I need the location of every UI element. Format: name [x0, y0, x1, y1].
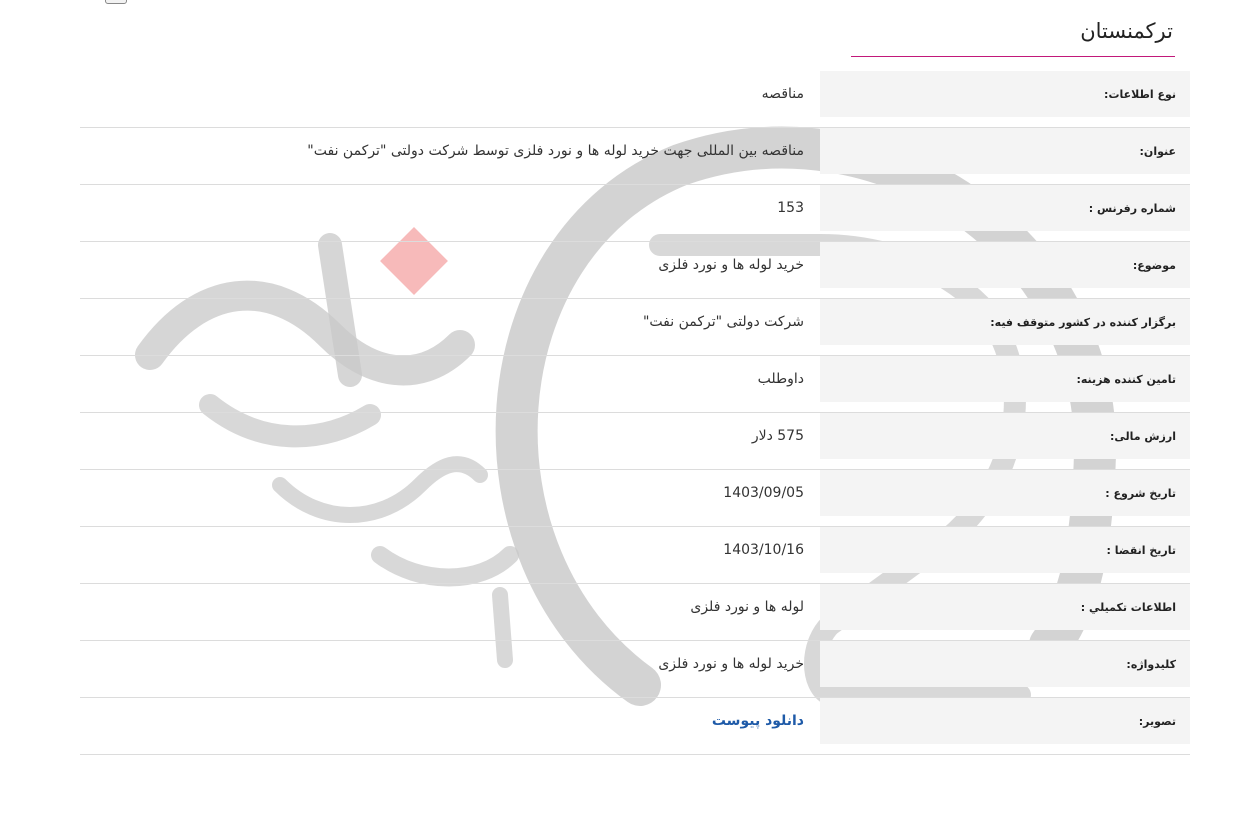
table-row: کلیدواژه: خرید لوله ها و نورد فلزی [80, 641, 1190, 698]
table-row: ارزش مالی: 575 دلار [80, 413, 1190, 470]
row-label: موضوع: [820, 242, 1190, 288]
table-row: عنوان: مناقصه بین المللی جهت خرید لوله ه… [80, 128, 1190, 185]
row-value: شرکت دولتی "ترکمن نفت" [642, 314, 804, 330]
row-value: 575 دلار [751, 428, 804, 444]
table-row: اطلاعات تکمیلي : لوله ها و نورد فلزی [80, 584, 1190, 641]
table-row: تاریخ شروع : 1403/09/05 [80, 470, 1190, 527]
row-value: 1403/09/05 [723, 485, 804, 501]
table-row: موضوع: خرید لوله ها و نورد فلزی [80, 242, 1190, 299]
row-value: لوله ها و نورد فلزی [690, 599, 804, 615]
title-underline [851, 56, 1175, 57]
page-title: ترکمنستان [1080, 19, 1173, 43]
info-table: نوع اطلاعات: مناقصه عنوان: مناقصه بین ال… [80, 71, 1190, 755]
table-row: برگزار کننده در کشور متوقف فیه: شرکت دول… [80, 299, 1190, 356]
row-label: تصویر: [820, 698, 1190, 744]
row-label: تاریخ شروع : [820, 470, 1190, 516]
row-label: نوع اطلاعات: [820, 71, 1190, 117]
row-value: خرید لوله ها و نورد فلزی [658, 257, 804, 273]
row-label: کلیدواژه: [820, 641, 1190, 687]
row-value: 1403/10/16 [723, 542, 804, 558]
row-value: دانلود پیوست [80, 698, 820, 744]
printer-icon[interactable] [105, 0, 127, 4]
row-label: ارزش مالی: [820, 413, 1190, 459]
row-value: 153 [777, 200, 804, 216]
table-row: تاریخ انقضا : 1403/10/16 [80, 527, 1190, 584]
page: ترکمنستان نوع اطلاعات: مناقصه عنوان: منا… [0, 0, 1236, 832]
row-value: مناقصه [761, 86, 804, 102]
title-section: ترکمنستان [851, 14, 1175, 57]
table-row: نوع اطلاعات: مناقصه [80, 71, 1190, 128]
table-row: تامین کننده هزینه: داوطلب [80, 356, 1190, 413]
table-row: شماره رفرنس : 153 [80, 185, 1190, 242]
row-label: شماره رفرنس : [820, 185, 1190, 231]
row-label: برگزار کننده در کشور متوقف فیه: [820, 299, 1190, 345]
table-row: تصویر: دانلود پیوست [80, 698, 1190, 755]
row-value: خرید لوله ها و نورد فلزی [658, 656, 804, 672]
row-value: داوطلب [757, 371, 804, 387]
download-attachment-link[interactable]: دانلود پیوست [712, 713, 804, 729]
row-label: تاریخ انقضا : [820, 527, 1190, 573]
row-value: مناقصه بین المللی جهت خرید لوله ها و نور… [307, 143, 804, 159]
row-label: تامین کننده هزینه: [820, 356, 1190, 402]
row-label: اطلاعات تکمیلي : [820, 584, 1190, 630]
row-label: عنوان: [820, 128, 1190, 174]
